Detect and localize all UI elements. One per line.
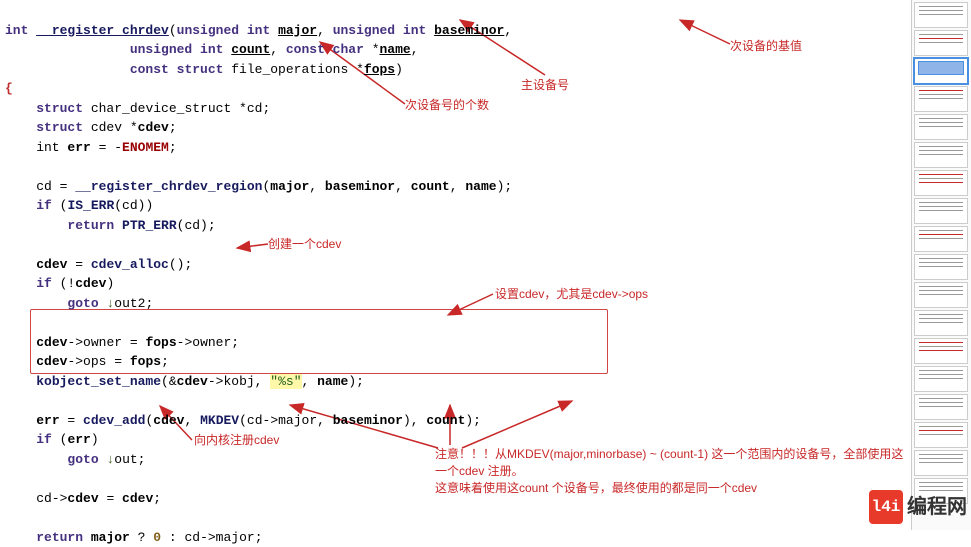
thumbnail[interactable] bbox=[914, 394, 968, 420]
fn-cdev-add: cdev_add bbox=[83, 413, 145, 428]
fn-kobject-set-name: kobject_set_name bbox=[36, 374, 161, 389]
fn-register-chrdev-region: __register_chrdev_region bbox=[75, 179, 262, 194]
annotation-count: 次设备号的个数 bbox=[405, 97, 489, 114]
watermark: l4i 编程网 bbox=[869, 490, 971, 524]
annotation-cdev-alloc: 创建一个cdev bbox=[268, 236, 341, 253]
brace-open: { bbox=[5, 81, 13, 96]
thumbnail[interactable] bbox=[914, 338, 968, 364]
fn-ptr-err: PTR_ERR bbox=[122, 218, 177, 233]
thumbnail[interactable] bbox=[914, 86, 968, 112]
param-fops: fops bbox=[364, 62, 395, 77]
annotation-baseminor: 次设备的基值 bbox=[730, 38, 802, 55]
const-enomem: ENOMEM bbox=[122, 140, 169, 155]
thumbnail[interactable] bbox=[914, 282, 968, 308]
thumbnail[interactable] bbox=[914, 226, 968, 252]
thumbnail-active[interactable] bbox=[914, 58, 968, 84]
thumbnail[interactable] bbox=[914, 30, 968, 56]
thumbnail[interactable] bbox=[914, 310, 968, 336]
param-name: name bbox=[380, 42, 411, 57]
fn-is-err: IS_ERR bbox=[67, 198, 114, 213]
thumbnail[interactable] bbox=[914, 254, 968, 280]
watermark-logo-icon: l4i bbox=[869, 490, 903, 524]
param-baseminor: baseminor bbox=[434, 23, 504, 38]
fn-register-chrdev: __register_chrdev bbox=[36, 23, 169, 38]
thumbnail[interactable] bbox=[914, 142, 968, 168]
thumbnail[interactable] bbox=[914, 170, 968, 196]
page-thumbnails-panel[interactable] bbox=[911, 0, 971, 530]
watermark-text: 编程网 bbox=[907, 492, 967, 522]
annotation-major: 主设备号 bbox=[521, 77, 569, 94]
fmt-string: "%s" bbox=[270, 374, 301, 389]
thumbnail[interactable] bbox=[914, 2, 968, 28]
param-count: count bbox=[231, 42, 270, 57]
thumbnail[interactable] bbox=[914, 450, 968, 476]
macro-mkdev: MKDEV bbox=[200, 413, 239, 428]
thumbnail[interactable] bbox=[914, 198, 968, 224]
thumbnail[interactable] bbox=[914, 366, 968, 392]
param-major: major bbox=[278, 23, 317, 38]
annotation-set-cdev: 设置cdev，尤其是cdev->ops bbox=[495, 286, 648, 303]
kw-int: int bbox=[5, 23, 36, 38]
thumbnail[interactable] bbox=[914, 422, 968, 448]
fn-cdev-alloc: cdev_alloc bbox=[91, 257, 169, 272]
thumbnail[interactable] bbox=[914, 114, 968, 140]
annotation-mkdev-note: 注意！！！从MKDEV(major,minorbase) ~ (count-1)… bbox=[435, 446, 915, 496]
annotation-cdev-add: 向内核注册cdev bbox=[194, 432, 279, 449]
